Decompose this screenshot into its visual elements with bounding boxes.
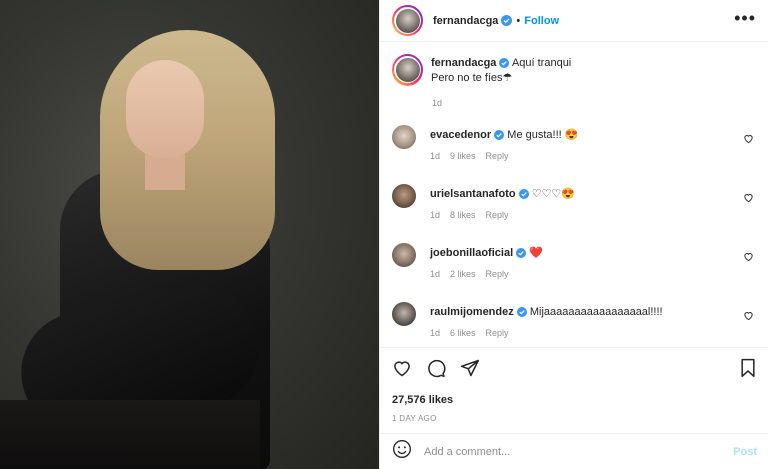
comment-like-heart-icon[interactable] <box>743 133 754 144</box>
header-separator: • <box>516 14 521 27</box>
comment-text: ❤️ <box>529 247 543 259</box>
post-header: fernandacga • Follow ••• <box>380 0 768 42</box>
comments-feed[interactable]: fernandacga Aquí tranqui Pero no te fíes… <box>380 42 768 347</box>
post-comment-button[interactable]: Post <box>733 446 757 458</box>
reply-button[interactable]: Reply <box>486 269 509 279</box>
comment-avatar[interactable] <box>392 125 416 149</box>
post-actions: 27,576 likes 1 DAY AGO <box>380 347 768 423</box>
instagram-post: fernandacga • Follow ••• fernandacga Aqu… <box>0 0 768 469</box>
post-sidebar: fernandacga • Follow ••• fernandacga Aqu… <box>379 0 768 469</box>
comment-avatar[interactable] <box>392 302 416 326</box>
comment-time: 1d <box>430 210 441 220</box>
comment-text: ♡♡♡😍 <box>531 188 575 200</box>
likes-count[interactable]: 27,576 likes <box>392 394 757 406</box>
comment-likes[interactable]: 9 likes <box>450 151 476 161</box>
posted-ago: 1 DAY AGO <box>392 414 437 423</box>
comment-item: evacedenor Me gusta!!! 😍 1d 9 likes Reply <box>392 125 754 164</box>
comment-avatar[interactable] <box>392 243 416 267</box>
comment-username[interactable]: urielsantanafoto <box>430 188 516 200</box>
comment-item: joebonillaoficial ❤️ 1d 2 likes Reply <box>392 243 754 282</box>
comment-text: Mijaaaaaaaaaaaaaaaaal!!!! <box>529 306 663 318</box>
emoji-icon[interactable] <box>392 439 412 464</box>
reply-button[interactable]: Reply <box>486 328 509 338</box>
owner-username[interactable]: fernandacga <box>433 15 498 27</box>
reply-button[interactable]: Reply <box>486 151 509 161</box>
caption-line2: Pero no te fíes☂ <box>431 72 513 84</box>
caption-avatar-ring[interactable] <box>392 54 423 86</box>
add-comment-input[interactable] <box>424 445 734 458</box>
comment-time: 1d <box>430 328 441 338</box>
comment-like-heart-icon[interactable] <box>743 310 754 321</box>
add-comment-bar: Post <box>380 433 768 469</box>
comment-avatar[interactable] <box>392 184 416 208</box>
caption-line1: Aquí tranqui <box>511 57 572 69</box>
comment-username[interactable]: joebonillaoficial <box>430 247 513 259</box>
heart-icon[interactable] <box>392 358 412 378</box>
bookmark-icon[interactable] <box>739 358 757 378</box>
post-caption: fernandacga Aquí tranqui Pero no te fíes… <box>392 54 754 86</box>
comment-time: 1d <box>430 151 441 161</box>
comment-text: Me gusta!!! 😍 <box>507 129 579 141</box>
verified-badge-icon <box>494 130 505 141</box>
caption-avatar[interactable] <box>395 57 420 82</box>
photo-skirt <box>0 400 260 469</box>
verified-badge-icon <box>516 248 527 259</box>
comment-item: urielsantanafoto ♡♡♡😍 1d 8 likes Reply <box>392 184 754 223</box>
photo-face <box>126 60 204 158</box>
verified-badge-icon <box>501 15 513 26</box>
comment-likes[interactable]: 6 likes <box>450 328 476 338</box>
comment-likes[interactable]: 8 likes <box>450 210 476 220</box>
comment-username[interactable]: raulmijomendez <box>430 306 514 318</box>
share-icon[interactable] <box>460 358 480 378</box>
comment-item: raulmijomendez Mijaaaaaaaaaaaaaaaaal!!!!… <box>392 302 754 341</box>
caption-time: 1d <box>432 98 443 108</box>
verified-badge-icon <box>516 307 527 318</box>
comment-like-heart-icon[interactable] <box>743 192 754 203</box>
post-photo[interactable] <box>0 0 379 469</box>
more-options-icon[interactable]: ••• <box>734 8 756 29</box>
owner-avatar-ring[interactable] <box>392 5 423 36</box>
comment-like-heart-icon[interactable] <box>743 251 754 262</box>
reply-button[interactable]: Reply <box>486 210 509 220</box>
comment-likes[interactable]: 2 likes <box>450 269 476 279</box>
follow-button[interactable]: Follow <box>524 15 559 27</box>
verified-badge-icon <box>518 189 529 200</box>
verified-badge-icon <box>499 58 510 69</box>
owner-avatar[interactable] <box>395 8 420 33</box>
caption-username[interactable]: fernandacga <box>431 57 496 69</box>
comment-time: 1d <box>430 269 441 279</box>
comment-username[interactable]: evacedenor <box>430 129 491 141</box>
comment-icon[interactable] <box>426 358 446 378</box>
